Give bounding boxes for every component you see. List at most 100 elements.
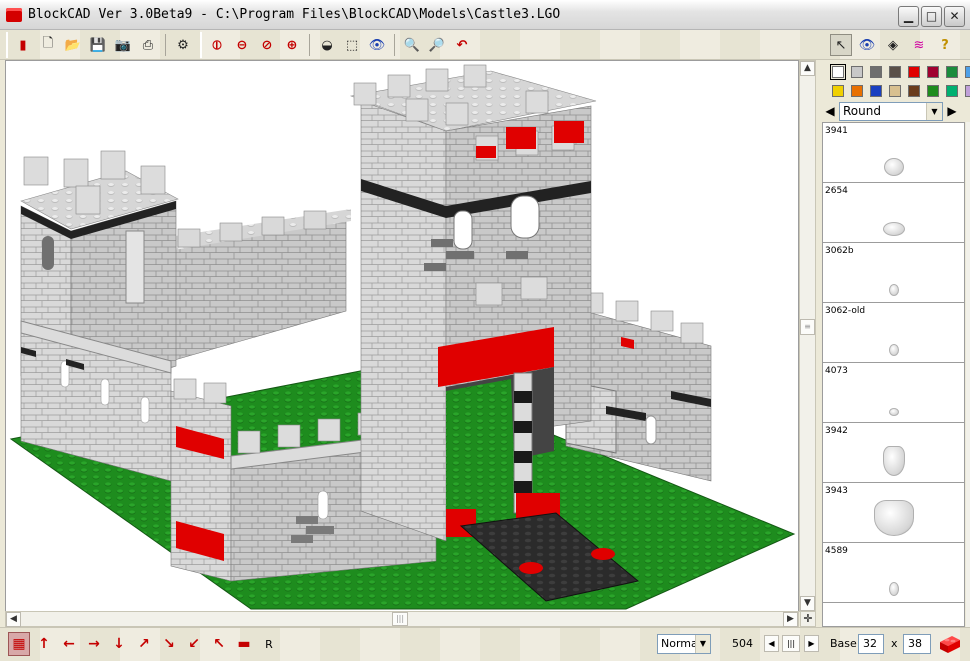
color-swatch[interactable]	[851, 66, 863, 78]
part-list-item[interactable]: 3941	[823, 123, 964, 183]
next-shape-icon[interactable]: ▶	[946, 104, 958, 118]
rotate-x-icon[interactable]: ⊖	[231, 34, 253, 56]
grid-snap-icon[interactable]: ▦	[8, 632, 30, 656]
color-swatch[interactable]	[946, 66, 958, 78]
render-mode-select[interactable]: Norma ▼	[657, 634, 711, 654]
step-scroller[interactable]: ◀ ||| ▶	[764, 635, 820, 653]
part-list-scrollbar[interactable]	[966, 122, 970, 627]
color-swatch[interactable]	[830, 64, 846, 80]
brick-count: 504	[732, 637, 753, 650]
rotate-label[interactable]: R	[258, 632, 280, 656]
part-preview-image	[883, 158, 904, 176]
color-swatch[interactable]	[889, 66, 901, 78]
part-preview-image	[888, 582, 899, 596]
vertical-scroll-thumb[interactable]: ≡	[800, 319, 815, 335]
move-se-icon[interactable]: ↘	[158, 632, 180, 656]
maximize-button[interactable]: □	[921, 6, 942, 27]
base-y-input[interactable]: 38	[903, 634, 931, 654]
pointer-icon[interactable]: ↖	[830, 34, 852, 56]
shape-dropdown[interactable]: Round ▼	[839, 101, 943, 121]
move-right-icon[interactable]: →	[83, 632, 105, 656]
undo-icon[interactable]: ↶	[451, 34, 473, 56]
help-icon[interactable]: ?	[934, 34, 956, 56]
move-nw-icon[interactable]: ↖	[208, 632, 230, 656]
color-swatch[interactable]	[927, 85, 939, 97]
scroll-right-icon[interactable]: ▶	[783, 612, 798, 627]
model-viewport[interactable]	[5, 60, 799, 612]
color-swatch[interactable]	[851, 85, 863, 97]
eye-icon[interactable]: 👁	[856, 34, 878, 56]
scroll-up-icon[interactable]: ▲	[800, 61, 815, 76]
horizontal-scrollbar[interactable]: ◀ ||| ▶	[5, 611, 799, 627]
part-list-item[interactable]: 3942	[823, 423, 964, 483]
base-x-input[interactable]: 32	[858, 634, 884, 654]
shape-selector: ◀ Round ▼ ▶	[824, 100, 968, 122]
vertical-scrollbar[interactable]: ▲ ≡ ▼	[799, 60, 816, 612]
status-bar: ▦ ↑ ← → ↓ ↗ ↘ ↙ ↖ ▬ R Norma ▼ 504 ◀ ||| …	[0, 627, 970, 661]
print-icon[interactable]: ⎙	[137, 34, 159, 56]
step-back-icon[interactable]: ◀	[764, 635, 779, 652]
scroll-left-icon[interactable]: ◀	[6, 612, 21, 627]
color-swatch[interactable]	[965, 66, 970, 78]
rotate-all-icon[interactable]: ⊕	[281, 34, 303, 56]
shade-icon[interactable]: ◒	[316, 34, 338, 56]
part-list-item[interactable]: 3062-old	[823, 303, 964, 363]
color-swatch[interactable]	[927, 66, 939, 78]
part-id: 4589	[825, 546, 848, 556]
open-brick-icon[interactable]: ▮	[12, 34, 34, 56]
base-label: Base:	[830, 637, 861, 650]
part-list-item[interactable]: 4073	[823, 363, 964, 423]
save-icon[interactable]: 💾	[87, 34, 109, 56]
part-id: 3062b	[825, 246, 854, 256]
color-swatch[interactable]	[908, 85, 920, 97]
red-brick-icon[interactable]	[938, 632, 962, 654]
move-ne-icon[interactable]: ↗	[133, 632, 155, 656]
part-preview-image	[888, 284, 899, 296]
rotate-z-icon[interactable]: ⊘	[256, 34, 278, 56]
brick-icon[interactable]: ▬	[233, 632, 255, 656]
color-swatch[interactable]	[965, 85, 970, 97]
camera-icon[interactable]: 📷	[112, 34, 134, 56]
part-list-item[interactable]: 3943	[823, 483, 964, 543]
move-sw-icon[interactable]: ↙	[183, 632, 205, 656]
color-swatch[interactable]	[870, 85, 882, 97]
step-forward-icon[interactable]: ▶	[804, 635, 819, 652]
part-list-item[interactable]: 3062b	[823, 243, 964, 303]
color-swatch[interactable]	[870, 66, 882, 78]
part-preview-image	[888, 344, 899, 356]
rotate-y-icon[interactable]: ⦶	[206, 34, 228, 56]
move-up-icon[interactable]: ↑	[33, 632, 55, 656]
chevron-down-icon[interactable]: ▼	[926, 102, 942, 120]
color-swatch[interactable]	[946, 85, 958, 97]
chevron-down-icon[interactable]: ▼	[695, 635, 710, 653]
step-thumb[interactable]: |||	[782, 635, 800, 652]
color-swatch[interactable]	[832, 85, 844, 97]
prev-shape-icon[interactable]: ◀	[824, 104, 836, 118]
rainbow-icon[interactable]: ≋	[908, 34, 930, 56]
app-brick-icon	[6, 7, 22, 22]
view-tools: ⦶ ⊖ ⊘ ⊕ ◒ ⬚ 👁 🔍 🔎 ↶	[200, 32, 473, 58]
part-list-item[interactable]: 4589	[823, 543, 964, 603]
zoom-in-icon[interactable]: 🔍	[401, 34, 423, 56]
new-file-icon[interactable]: 🗋	[37, 34, 59, 56]
zoom-out-icon[interactable]: 🔎	[426, 34, 448, 56]
minimize-button[interactable]: ▁	[898, 6, 919, 27]
castle-model[interactable]	[6, 61, 799, 612]
part-list[interactable]: 3941 2654 3062b 3062-old 4073 3942 3943 4589	[822, 122, 965, 627]
axis-toggle-icon[interactable]: ✛	[800, 611, 816, 627]
settings-icon[interactable]: ⚙	[172, 34, 194, 56]
move-down-icon[interactable]: ↓	[108, 632, 130, 656]
scroll-down-icon[interactable]: ▼	[800, 596, 815, 611]
close-button[interactable]: ✕	[944, 6, 965, 27]
horizontal-scroll-thumb[interactable]: |||	[392, 612, 408, 626]
color-swatch[interactable]	[889, 85, 901, 97]
toolbar-separator	[165, 34, 166, 56]
brick-view-icon[interactable]: ◈	[882, 34, 904, 56]
wireframe-icon[interactable]: ⬚	[341, 34, 363, 56]
move-left-icon[interactable]: ←	[58, 632, 80, 656]
open-folder-icon[interactable]: 📂	[62, 34, 84, 56]
part-id: 3062-old	[825, 306, 866, 316]
part-list-item[interactable]: 2654	[823, 183, 964, 243]
eye-icon[interactable]: 👁	[366, 34, 388, 56]
color-swatch[interactable]	[908, 66, 920, 78]
